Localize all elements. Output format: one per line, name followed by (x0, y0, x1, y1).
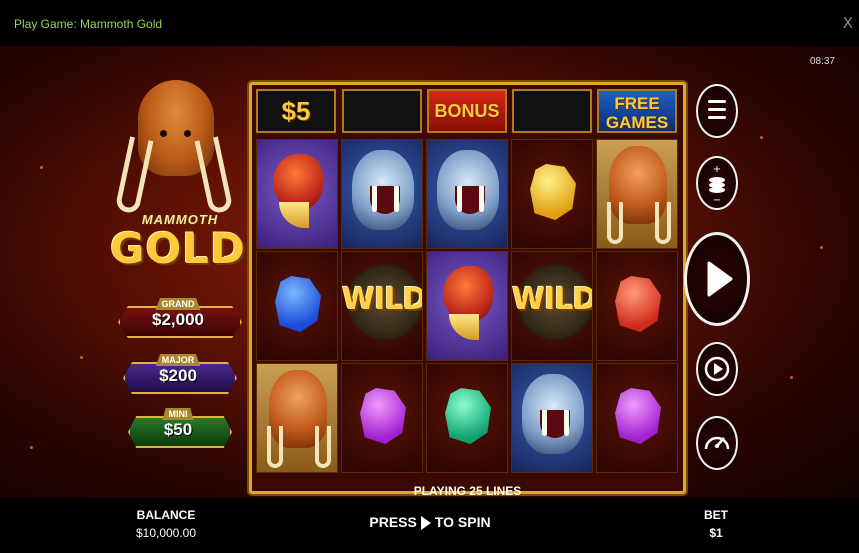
ember-particle (820, 246, 823, 249)
symbol-gem-purple (596, 363, 678, 473)
bird-icon (273, 154, 323, 228)
reel-frame: $5 BONUS FREE GAMES WILD WILD (249, 82, 686, 494)
balance-label: BALANCE (136, 508, 196, 522)
symbol-gem-blue (256, 251, 338, 361)
wild-icon: WILD (512, 282, 593, 317)
turbo-button[interactable] (696, 416, 738, 470)
free-games-line1: FREE (614, 94, 660, 113)
symbol-tiger (511, 363, 593, 473)
logo-text-gold: GOLD (110, 224, 246, 273)
spin-button[interactable] (684, 232, 750, 326)
bonus-cell: BONUS (427, 89, 507, 133)
empty-cell (512, 89, 592, 133)
ember-particle (760, 136, 763, 139)
press-to-spin[interactable]: PRESS TO SPIN (360, 514, 500, 531)
symbol-wild: WILD (511, 251, 593, 361)
ember-particle (80, 356, 83, 359)
prize-cell: $5 (256, 89, 336, 133)
press-text: PRESS (369, 514, 417, 530)
bottom-bar: BALANCE $10,000.00 PRESS TO SPIN BET $1 (0, 498, 859, 553)
bet-value: $1 (709, 526, 723, 540)
to-spin-text: TO SPIN (434, 514, 491, 530)
gem-blue-icon (275, 276, 321, 332)
balance-value: $10,000.00 (135, 526, 197, 540)
empty-cell (342, 89, 422, 133)
gem-green-icon (445, 388, 491, 444)
tusk-icon (194, 136, 234, 215)
play-triangle-icon (420, 516, 431, 531)
free-games-line2: GAMES (605, 113, 669, 132)
symbol-tiger (341, 139, 423, 249)
bird-icon (443, 266, 493, 340)
svg-text:−: − (713, 195, 721, 206)
ember-particle (790, 376, 793, 379)
gem-purple-icon (615, 388, 661, 444)
autoplay-icon (704, 356, 730, 382)
menu-button[interactable] (696, 84, 738, 138)
svg-text:+: + (713, 164, 721, 175)
menu-icon (708, 100, 726, 119)
jackpot-value: $50 (163, 420, 193, 439)
symbol-mammoth (256, 363, 338, 473)
speedometer-icon (704, 436, 730, 450)
bet-adjust-button[interactable]: + − (696, 156, 738, 210)
jackpot-tag: GRAND (155, 298, 201, 310)
play-icon (707, 261, 733, 297)
free-games-cell: FREE GAMES (597, 89, 677, 133)
tusk-icon (114, 136, 154, 215)
symbol-wild: WILD (341, 251, 423, 361)
symbol-tiger (426, 139, 508, 249)
symbol-gem-green (426, 363, 508, 473)
gem-yellow-icon (530, 164, 576, 220)
ember-particle (40, 166, 43, 169)
ember-particle (30, 446, 33, 449)
game-stage: 08:37 MAMMOTH GOLD GRAND $2,000 MAJOR $2… (0, 46, 859, 498)
reel-grid: WILD WILD (256, 139, 679, 474)
jackpot-mini: MINI $50 (128, 408, 232, 448)
symbol-gem-red (596, 251, 678, 361)
jackpot-value: $200 (159, 366, 197, 385)
lines-status: PLAYING 25 LINES (413, 484, 522, 498)
top-feature-row: $5 BONUS FREE GAMES (256, 89, 679, 133)
game-logo: MAMMOTH GOLD (110, 72, 246, 273)
clock: 08:37 (809, 56, 835, 67)
window-title: Play Game: Mammoth Gold (14, 17, 163, 31)
symbol-mammoth (596, 139, 678, 249)
symbol-gem-yellow (511, 139, 593, 249)
wild-icon: WILD (342, 282, 423, 317)
title-bar: Play Game: Mammoth Gold X (0, 0, 859, 46)
symbol-bird (426, 251, 508, 361)
jackpot-value: $2,000 (152, 310, 204, 329)
jackpot-grand: GRAND $2,000 (118, 298, 242, 338)
jackpot-tag: MINI (162, 408, 194, 420)
symbol-bird (256, 139, 338, 249)
close-icon[interactable]: X (843, 14, 853, 32)
jackpot-major: MAJOR $200 (123, 354, 237, 394)
bet-label: BET (704, 508, 728, 522)
autoplay-button[interactable] (696, 342, 738, 396)
gem-purple-icon (360, 388, 406, 444)
coin-stack-icon: + − (709, 164, 725, 206)
gem-red-icon (615, 276, 661, 332)
jackpot-tag: MAJOR (155, 354, 201, 366)
symbol-gem-purple (341, 363, 423, 473)
